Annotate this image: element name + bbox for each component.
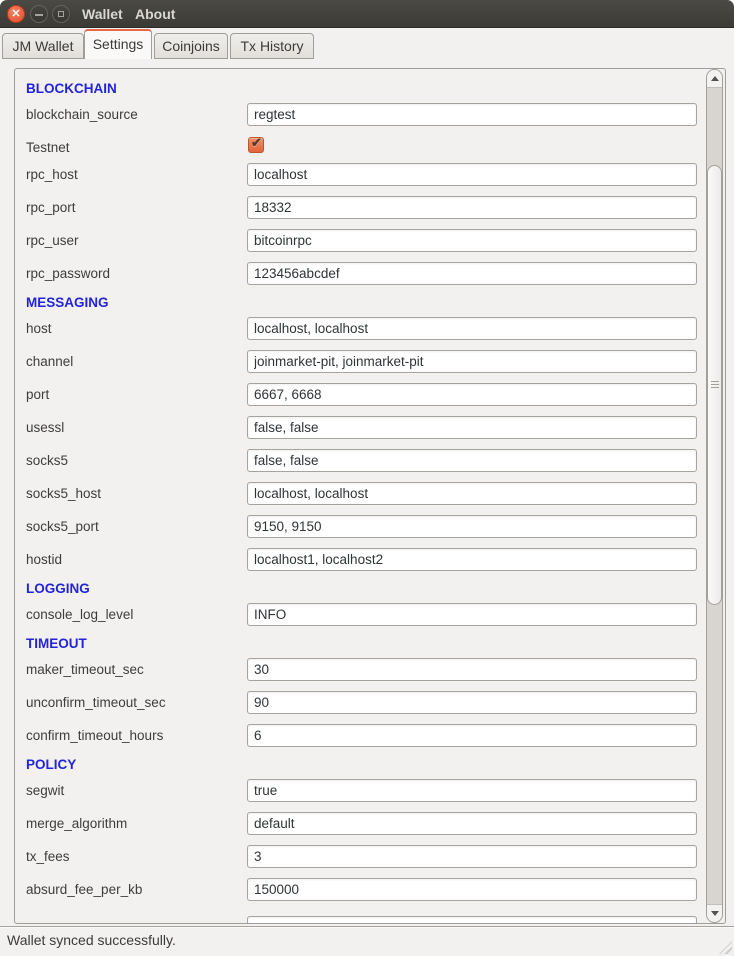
field-label: merge_algorithm (26, 816, 127, 831)
tab-settings[interactable]: Settings (84, 29, 152, 59)
status-bar: Wallet synced successfully. (0, 926, 734, 956)
field-label: maker_timeout_sec (26, 662, 144, 677)
form-row: port (15, 383, 707, 416)
maximize-icon[interactable] (52, 5, 70, 23)
scrollbar-thumb[interactable] (707, 165, 722, 605)
form-row: socks5_host (15, 482, 707, 515)
rpc_user-field[interactable] (247, 229, 697, 252)
triangle-down-icon (711, 911, 719, 916)
triangle-up-icon (711, 76, 719, 81)
tab-tx-history[interactable]: Tx History (230, 33, 314, 59)
field-label: usessl (26, 420, 64, 435)
socks5-field[interactable] (247, 449, 697, 472)
field-label: rpc_password (26, 266, 110, 281)
menu-item-about[interactable]: About (135, 0, 175, 28)
testnet-checkbox[interactable]: ✔ (248, 137, 264, 153)
segwit-field[interactable] (247, 779, 697, 802)
field-label: blockchain_source (26, 107, 138, 122)
form-row: socks5 (15, 449, 707, 482)
field-label: rpc_port (26, 200, 76, 215)
close-icon[interactable]: ✕ (7, 5, 25, 23)
tab-jm-wallet[interactable]: JM Wallet (2, 33, 84, 59)
host-field[interactable] (247, 317, 697, 340)
form-row: socks5_port (15, 515, 707, 548)
field-label: socks5_port (26, 519, 99, 534)
form-row: maker_timeout_sec (15, 658, 707, 691)
form-row: usessl (15, 416, 707, 449)
field-label: host (26, 321, 52, 336)
checkmark-icon: ✔ (251, 135, 262, 151)
form-row: segwit (15, 779, 707, 812)
form-row: host (15, 317, 707, 350)
tab-coinjoins[interactable]: Coinjoins (154, 33, 228, 59)
hostid-field[interactable] (247, 548, 697, 571)
form-row: rpc_port (15, 196, 707, 229)
settings-scroll-area: BLOCKCHAIN blockchain_source Testnet ✔ rpc_h… (14, 68, 726, 924)
rpc_host-field[interactable] (247, 163, 697, 186)
confirm_timeout_hours-field[interactable] (247, 724, 697, 747)
field-label: Testnet (26, 140, 70, 155)
rpc_password-field[interactable] (247, 262, 697, 285)
field-label: console_log_level (26, 607, 133, 622)
form-row: blockchain_source (15, 103, 707, 136)
section-header-messaging: MESSAGING (15, 295, 707, 317)
form-row: confirm_timeout_hours (15, 724, 707, 757)
unconfirm_timeout_sec-field[interactable] (247, 691, 697, 714)
blockchain_source-field[interactable] (247, 103, 697, 126)
form-row: Testnet ✔ (15, 136, 707, 163)
form-row: console_log_level (15, 603, 707, 636)
app-window: ✕ Wallet About JM Wallet Settings Coinjo… (0, 0, 734, 956)
field-label: unconfirm_timeout_sec (26, 695, 166, 710)
field-label: confirm_timeout_hours (26, 728, 163, 743)
field-label: hostid (26, 552, 62, 567)
titlebar: ✕ Wallet About (0, 0, 734, 28)
form-row: absurd_fee_per_kb (15, 878, 707, 911)
form-row: rpc_host (15, 163, 707, 196)
field-label: socks5_host (26, 486, 101, 501)
field-label: channel (26, 354, 73, 369)
field-label: rpc_host (26, 167, 78, 182)
resize-grip-icon[interactable] (719, 941, 732, 954)
vertical-scrollbar[interactable] (706, 69, 723, 923)
tab-bar: JM Wallet Settings Coinjoins Tx History (0, 28, 734, 59)
merge_algorithm-field[interactable] (247, 812, 697, 835)
form-row: tx_fees (15, 845, 707, 878)
partial-next-field[interactable] (247, 916, 697, 924)
console_log_level-field[interactable] (247, 603, 697, 626)
field-label: absurd_fee_per_kb (26, 882, 142, 897)
channel-field[interactable] (247, 350, 697, 373)
form-row: rpc_user (15, 229, 707, 262)
settings-form: BLOCKCHAIN blockchain_source Testnet ✔ rpc_h… (15, 69, 707, 911)
rpc_port-field[interactable] (247, 196, 697, 219)
scroll-up-button[interactable] (707, 70, 722, 88)
field-label: segwit (26, 783, 64, 798)
form-row: channel (15, 350, 707, 383)
menu-item-wallet[interactable]: Wallet (82, 0, 123, 28)
field-label: port (26, 387, 49, 402)
form-row: unconfirm_timeout_sec (15, 691, 707, 724)
minimize-icon[interactable] (30, 5, 48, 23)
section-header-policy: POLICY (15, 757, 707, 779)
section-header-logging: LOGGING (15, 581, 707, 603)
absurd_fee_per_kb-field[interactable] (247, 878, 697, 901)
status-message: Wallet synced successfully. (7, 932, 176, 948)
field-label: tx_fees (26, 849, 70, 864)
field-label: socks5 (26, 453, 68, 468)
section-header-timeout: TIMEOUT (15, 636, 707, 658)
form-row: rpc_password (15, 262, 707, 295)
section-header-blockchain: BLOCKCHAIN (15, 81, 707, 103)
socks5_port-field[interactable] (247, 515, 697, 538)
maker_timeout_sec-field[interactable] (247, 658, 697, 681)
port-field[interactable] (247, 383, 697, 406)
form-row: hostid (15, 548, 707, 581)
field-label: rpc_user (26, 233, 79, 248)
socks5_host-field[interactable] (247, 482, 697, 505)
scroll-down-button[interactable] (707, 904, 722, 922)
usessl-field[interactable] (247, 416, 697, 439)
tx_fees-field[interactable] (247, 845, 697, 868)
form-row: merge_algorithm (15, 812, 707, 845)
